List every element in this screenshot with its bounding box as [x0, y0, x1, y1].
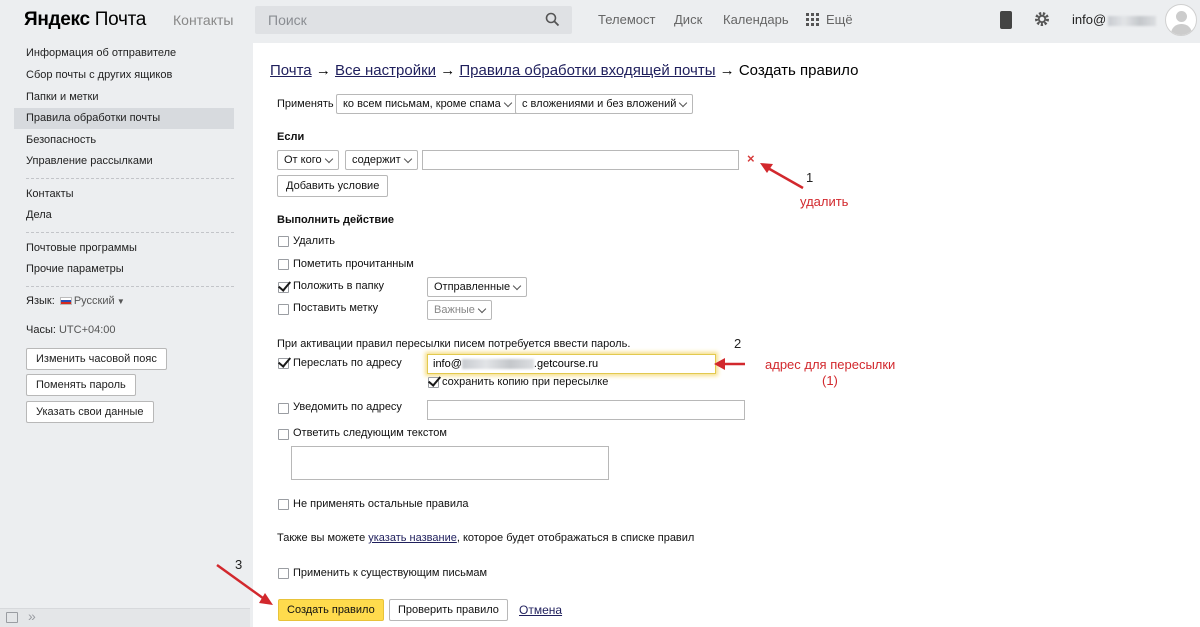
set-label-label: Поставить метку	[293, 302, 379, 314]
folder-select[interactable]: Отправленные	[427, 277, 528, 297]
apps-grid-icon[interactable]	[806, 13, 819, 26]
breadcrumb-rules[interactable]: Правила обработки входящей почты	[459, 62, 715, 79]
breadcrumb-mail[interactable]: Почта	[270, 62, 312, 79]
settings-sidebar: Информация об отправителе Сбор почты с д…	[0, 40, 250, 627]
add-condition-button[interactable]: Добавить условие	[277, 175, 389, 197]
notify-checkbox[interactable]	[278, 403, 289, 414]
create-rule-button[interactable]: Создать правило	[278, 599, 384, 621]
forward-address-input[interactable]: info@ .getcourse.ru	[427, 354, 716, 374]
apply-existing-checkbox[interactable]	[278, 568, 289, 579]
condition-operator-select[interactable]: содержит	[345, 150, 418, 170]
yandex-mail-logo[interactable]: Яндекс Почта	[24, 9, 146, 31]
sidebar-footer: »	[0, 608, 250, 627]
nav-contacts[interactable]: Контакты	[173, 12, 233, 28]
check-rule-button[interactable]: Проверить правило	[389, 599, 508, 621]
notify-label: Уведомить по адресу	[293, 401, 402, 413]
move-to-folder-label: Положить в папку	[293, 280, 385, 292]
page-title: Создать правило	[738, 62, 859, 79]
delete-label: Удалить	[293, 235, 335, 247]
delete-checkbox[interactable]	[278, 236, 289, 247]
apply-attachments-select[interactable]: с вложениями и без вложений	[515, 94, 694, 114]
chevron-down-icon[interactable]: ▼	[115, 297, 125, 306]
annotation-number-1: 1	[806, 170, 814, 185]
blurred-email-part	[1108, 15, 1157, 26]
search-placeholder: Поиск	[268, 12, 307, 28]
calendar-icon[interactable]	[6, 612, 18, 623]
edit-personal-data-button[interactable]: Указать свои данные	[26, 401, 154, 423]
sidebar-item-folders[interactable]: Папки и метки	[26, 91, 99, 103]
apply-existing-label: Применить к существующим письмам	[293, 567, 488, 579]
search-input[interactable]: Поиск	[255, 6, 572, 34]
sidebar-item-other-params[interactable]: Прочие параметры	[26, 263, 124, 275]
no-other-rules-label: Не применять остальные правила	[293, 498, 469, 510]
reply-label: Ответить следующим текстом	[293, 427, 447, 439]
notify-address-input[interactable]	[427, 400, 745, 420]
nav-telemost[interactable]: Телемост	[598, 12, 655, 27]
divider	[26, 232, 234, 233]
set-label-checkbox[interactable]	[278, 304, 289, 315]
move-to-folder-checkbox[interactable]	[278, 282, 289, 293]
language-setting: Язык: Русский ▼	[26, 295, 125, 307]
reply-checkbox[interactable]	[278, 429, 289, 440]
russian-flag-icon	[59, 297, 72, 306]
phone-icon[interactable]	[1000, 11, 1012, 29]
mark-read-label: Пометить прочитанным	[293, 258, 414, 270]
sidebar-item-rules[interactable]: Правила обработки почты	[26, 112, 160, 124]
if-heading: Если	[277, 131, 305, 143]
rule-editor-panel: Почта → Все настройки → Правила обработк…	[253, 43, 1200, 627]
forward-checkbox[interactable]	[278, 358, 289, 369]
apply-scope-select[interactable]: ко всем письмам, кроме спама	[336, 94, 518, 114]
avatar[interactable]	[1165, 4, 1197, 36]
condition-field-select[interactable]: От кого	[277, 150, 339, 170]
gear-icon[interactable]	[1033, 10, 1051, 31]
cancel-link[interactable]: Отмена	[519, 603, 562, 617]
sidebar-item-mail-collect[interactable]: Сбор почты с других ящиков	[26, 69, 172, 81]
language-select[interactable]: Русский	[74, 295, 115, 307]
annotation-forward-text: адрес для пересылки	[765, 357, 896, 372]
sidebar-item-mail-programs[interactable]: Почтовые программы	[26, 242, 137, 254]
sidebar-item-tasks[interactable]: Дела	[26, 209, 52, 221]
nav-more[interactable]: Ещё	[826, 12, 853, 27]
breadcrumb: Почта → Все настройки → Правила обработк…	[270, 62, 859, 79]
change-password-button[interactable]: Поменять пароль	[26, 374, 136, 396]
nav-disk[interactable]: Диск	[674, 12, 702, 27]
apply-label: Применять	[277, 98, 334, 110]
nav-calendar[interactable]: Календарь	[723, 12, 789, 27]
top-header: Яндекс Почта Контакты Поиск Телемост Дис…	[0, 0, 1200, 40]
forward-password-note: При активации правил пересылки писем пот…	[277, 338, 631, 350]
annotation-number-3: 3	[235, 557, 243, 572]
sidebar-item-sender-info[interactable]: Информация об отправителе	[26, 47, 176, 59]
annotation-delete-text: удалить	[800, 194, 849, 209]
annotation-forward-number: (1)	[822, 373, 838, 388]
delete-condition-icon[interactable]: ×	[747, 151, 755, 166]
user-email[interactable]: info@	[1072, 12, 1157, 27]
timezone-setting: Часы: UTC+04:00	[26, 324, 116, 336]
keep-copy-label: сохранить копию при пересылке	[442, 376, 609, 388]
set-rule-name-link[interactable]: указать название	[368, 532, 457, 544]
blurred-address-part	[461, 359, 534, 369]
sidebar-item-subscriptions[interactable]: Управление рассылками	[26, 155, 153, 167]
sidebar-item-security[interactable]: Безопасность	[26, 134, 96, 146]
reply-text-area[interactable]	[291, 446, 609, 480]
mark-read-checkbox[interactable]	[278, 259, 289, 270]
breadcrumb-all-settings[interactable]: Все настройки	[335, 62, 436, 79]
forward-label: Переслать по адресу	[293, 357, 402, 369]
sidebar-item-contacts[interactable]: Контакты	[26, 188, 74, 200]
divider	[26, 178, 234, 179]
divider	[26, 286, 234, 287]
search-icon[interactable]	[545, 12, 560, 30]
condition-value-input[interactable]	[422, 150, 739, 170]
action-heading: Выполнить действие	[277, 214, 395, 226]
keep-copy-checkbox[interactable]	[428, 377, 439, 388]
annotation-number-2: 2	[734, 336, 742, 351]
label-select[interactable]: Важные	[427, 300, 492, 320]
change-timezone-button[interactable]: Изменить часовой пояс	[26, 348, 167, 370]
expand-chevron-icon[interactable]: »	[28, 608, 36, 624]
rule-name-note: Также вы можете указать название, которо…	[277, 532, 695, 544]
no-other-rules-checkbox[interactable]	[278, 499, 289, 510]
